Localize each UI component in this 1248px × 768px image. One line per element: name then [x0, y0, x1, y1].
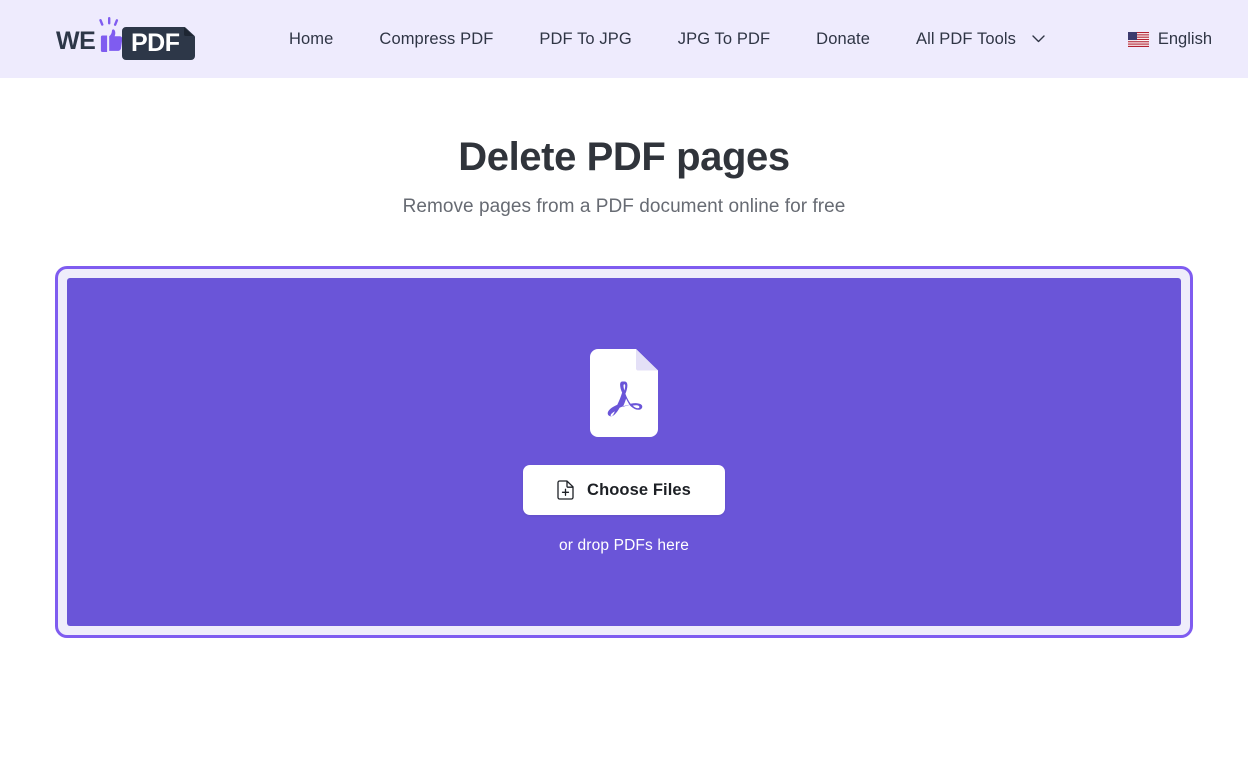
nav-item-label: PDF To JPG [539, 29, 632, 48]
us-flag-icon [1127, 31, 1149, 47]
nav-item-label: Home [289, 29, 334, 48]
main-navigation: Home Compress PDF PDF To JPG JPG To PDF … [266, 22, 1059, 57]
language-label: English [1157, 29, 1212, 48]
site-header: WE PDF Home Compress PDF PDF To JPG JPG … [0, 0, 1248, 78]
site-logo[interactable]: WE PDF [56, 16, 204, 62]
nav-item-home[interactable]: Home [266, 22, 356, 57]
file-dropzone[interactable]: Choose Files or drop PDFs here [67, 278, 1181, 626]
nav-item-label: JPG To PDF [677, 29, 771, 48]
nav-item-all-pdf-tools[interactable]: All PDF Tools [893, 22, 1059, 57]
nav-item-jpg-to-pdf[interactable]: JPG To PDF [655, 22, 793, 57]
drop-hint-text: or drop PDFs here [558, 537, 690, 554]
choose-files-label: Choose Files [587, 480, 691, 499]
chevron-down-icon [1032, 35, 1045, 43]
nav-item-donate[interactable]: Donate [793, 22, 893, 57]
svg-text:WE: WE [56, 27, 95, 55]
nav-item-label: Donate [816, 29, 870, 48]
page-subtitle: Remove pages from a PDF document online … [402, 196, 846, 217]
main-content: Delete PDF pages Remove pages from a PDF… [0, 78, 1248, 638]
nav-item-pdf-to-jpg[interactable]: PDF To JPG [516, 22, 654, 57]
nav-item-compress-pdf[interactable]: Compress PDF [356, 22, 516, 57]
file-dropzone-outer: Choose Files or drop PDFs here [55, 266, 1193, 638]
nav-item-label: All PDF Tools [915, 29, 1017, 48]
svg-text:PDF: PDF [131, 29, 180, 57]
language-selector[interactable]: English [1118, 24, 1222, 55]
choose-files-button[interactable]: Choose Files [523, 465, 725, 515]
nav-item-label: Compress PDF [379, 29, 494, 48]
logo-graphic: WE PDF [56, 17, 196, 60]
file-plus-icon [557, 480, 574, 500]
page-title: Delete PDF pages [458, 135, 790, 179]
pdf-file-icon [590, 349, 658, 437]
